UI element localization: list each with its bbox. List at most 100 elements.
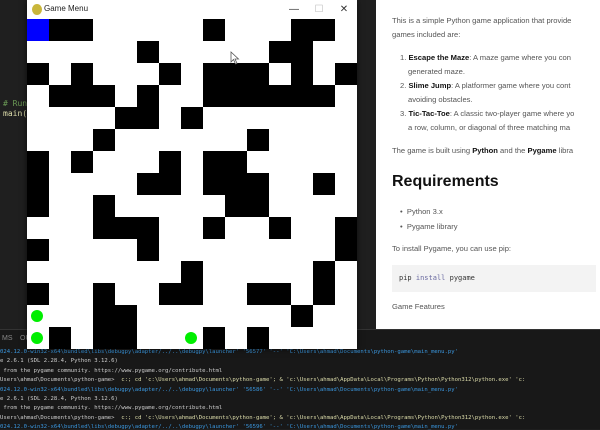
- maze-wall: [225, 151, 247, 173]
- maze-wall: [335, 239, 357, 261]
- maze-path: [159, 85, 181, 107]
- terminal-line: from the pygame community. https://www.p…: [0, 367, 223, 374]
- title-bar[interactable]: Game Menu — ☐ ✕: [27, 0, 357, 19]
- maze-path: [115, 85, 137, 107]
- maze-wall: [291, 305, 313, 327]
- command: c:; cd 'c:\Users\ahmad\Documents\python-…: [117, 377, 526, 384]
- maze-path: [49, 151, 71, 173]
- maximize-button[interactable]: ☐: [309, 2, 329, 17]
- maze-path: [115, 41, 137, 63]
- game-list-item: 2. Slime Jump: A platformer game where y…: [400, 81, 571, 90]
- maze-wall: [269, 217, 291, 239]
- bold-pygame: Pygame: [527, 146, 557, 155]
- maze-path: [269, 107, 291, 129]
- markdown-preview[interactable]: This is a simple Python game application…: [376, 0, 600, 329]
- maze-path: [313, 41, 335, 63]
- game-desc: : A platformer game where you cont: [451, 81, 571, 90]
- maze-path: [269, 239, 291, 261]
- maze-path: [313, 107, 335, 129]
- maze-path: [291, 283, 313, 305]
- close-button[interactable]: ✕: [334, 2, 354, 17]
- maze-path: [115, 283, 137, 305]
- maze-wall: [313, 85, 335, 107]
- terminal-line: from the pygame community. https://www.p…: [0, 405, 223, 412]
- maze-path: [225, 239, 247, 261]
- maze-path: [115, 173, 137, 195]
- maze-path: [313, 217, 335, 239]
- maze-path: [159, 239, 181, 261]
- maze-path: [291, 173, 313, 195]
- maze-wall: [115, 327, 137, 349]
- maze-path: [71, 195, 93, 217]
- text: Pygame library: [406, 222, 458, 231]
- maze-path: [137, 283, 159, 305]
- maze-wall: [203, 173, 225, 195]
- maze-wall: [203, 63, 225, 85]
- maze-path: [159, 305, 181, 327]
- terminal-line: e 2.6.1 (SDL 2.28.4, Python 3.12.6): [0, 358, 118, 365]
- text: libra: [556, 146, 574, 155]
- maze-path: [225, 327, 247, 349]
- maze-path: [203, 239, 225, 261]
- install-text: To install Pygame, you can use pip:: [392, 244, 512, 253]
- maze-path: [181, 239, 203, 261]
- maze-path: [27, 217, 49, 239]
- text: Python 3.x: [406, 207, 443, 216]
- maze-wall: [247, 327, 269, 349]
- text: install: [415, 274, 446, 282]
- maze-wall: [159, 283, 181, 305]
- goal-coin: [27, 305, 49, 327]
- maze-path: [203, 283, 225, 305]
- maze-wall: [203, 85, 225, 107]
- maze-path: [49, 129, 71, 151]
- maze-wall: [225, 195, 247, 217]
- maze-path: [115, 129, 137, 151]
- maze-path: [291, 261, 313, 283]
- maze-path: [225, 107, 247, 129]
- maze-wall: [27, 173, 49, 195]
- maze-path: [269, 305, 291, 327]
- maze-path: [49, 173, 71, 195]
- maze-wall: [137, 239, 159, 261]
- maze-path: [291, 195, 313, 217]
- maze-wall: [225, 85, 247, 107]
- maze-wall: [159, 63, 181, 85]
- text: pip: [399, 274, 412, 282]
- minimize-button[interactable]: —: [284, 2, 304, 17]
- maze-path: [181, 85, 203, 107]
- maze-path: [93, 239, 115, 261]
- prompt: Users\ahmad\Documents\python-game>: [0, 414, 118, 421]
- maze-path: [27, 129, 49, 151]
- game-name: Escape the Maze: [408, 53, 470, 62]
- maze-wall: [71, 63, 93, 85]
- maze-path: [225, 129, 247, 151]
- maze-path: [49, 305, 71, 327]
- maze-path: [137, 327, 159, 349]
- maze-path: [49, 41, 71, 63]
- code-block: pip install pygame: [392, 265, 596, 292]
- maze-wall: [247, 129, 269, 151]
- maze-path: [313, 195, 335, 217]
- maze-path: [247, 151, 269, 173]
- maze-path: [71, 239, 93, 261]
- maze-path: [335, 283, 357, 305]
- maze-path: [159, 217, 181, 239]
- maze-path: [247, 41, 269, 63]
- maze-path: [335, 85, 357, 107]
- tab-problems[interactable]: MS: [2, 335, 13, 342]
- maze-path: [71, 305, 93, 327]
- text: pygame: [449, 274, 475, 282]
- list-number: 3.: [400, 109, 407, 118]
- maze-path: [225, 283, 247, 305]
- maze-wall: [93, 129, 115, 151]
- maze-path: [335, 327, 357, 349]
- command: c:; cd 'c:\Users\ahmad\Documents\python-…: [117, 414, 526, 421]
- maze-path: [313, 327, 335, 349]
- maze-path: [203, 261, 225, 283]
- requirement-item: • Pygame library: [400, 222, 458, 231]
- maze-wall: [71, 151, 93, 173]
- intro-text: games included are:: [392, 30, 461, 39]
- maze-wall: [137, 85, 159, 107]
- maze-path: [335, 129, 357, 151]
- game-window[interactable]: Game Menu — ☐ ✕: [27, 0, 357, 349]
